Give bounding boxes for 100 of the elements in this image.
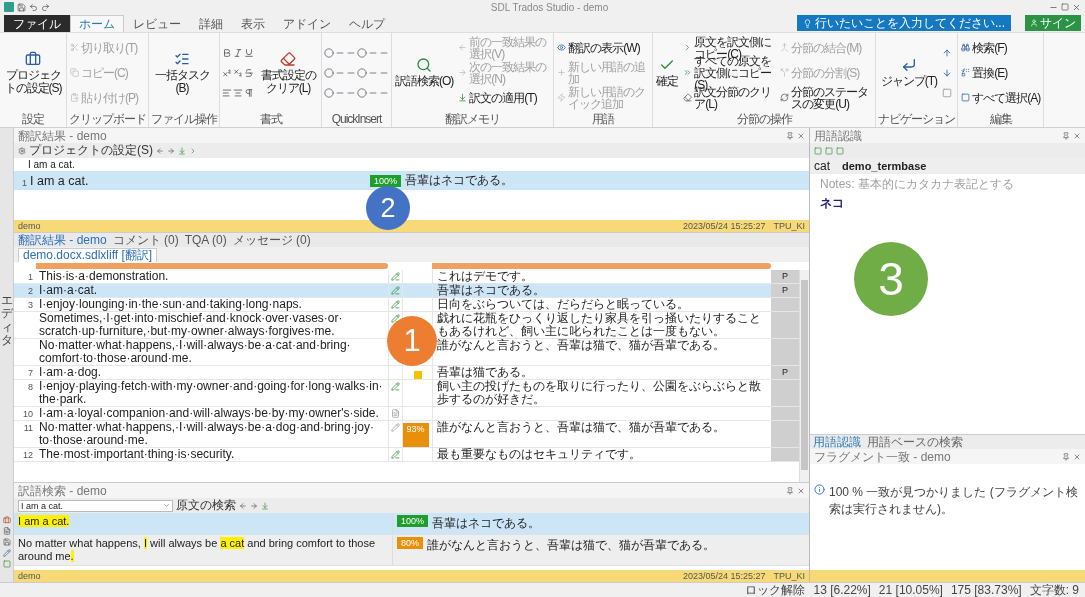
quick-insert-icon <box>324 87 334 98</box>
info-icon <box>814 484 825 495</box>
ribbon-button[interactable]: 分節のステータスの変更(U) <box>779 85 874 110</box>
app-logo-icon <box>4 2 14 12</box>
group-label: 書式 <box>258 112 283 127</box>
square-icon <box>836 146 844 155</box>
save-icon <box>2 538 11 546</box>
confirmed-icon <box>391 314 400 323</box>
status-item: 175 [83.73%] <box>950 583 1022 597</box>
strikethrough-icon <box>244 67 254 78</box>
panel-tab[interactable]: TQA (0) <box>184 233 227 247</box>
search-icon <box>416 57 433 73</box>
segment-row[interactable]: 7 I·am·a·dog. 吾輩は猫である。 P <box>14 366 799 380</box>
ribbon-button[interactable]: 訳文の適用(T) <box>457 91 552 104</box>
row-number: 10 <box>22 408 34 420</box>
status-item: ロック解除 <box>745 581 806 597</box>
match-badge: 100% <box>370 174 402 187</box>
jump-arrow-icon <box>900 57 917 73</box>
group-label: クリップボード <box>69 112 146 127</box>
ribbon-button[interactable]: 検索(F) <box>960 41 1042 54</box>
apply-icon <box>261 501 269 510</box>
panel-title: 訳語検索 - demo <box>18 483 108 498</box>
ribbon-button[interactable]: 一括タスク(B) <box>151 49 213 96</box>
source-text: I·am·a·cat. <box>38 284 99 297</box>
footer-user: TPU_KI <box>773 571 805 581</box>
status-item: 21 [10.05%] <box>878 583 943 597</box>
tell-me-field[interactable]: 行いたいことを入力してください... <box>797 15 1011 31</box>
close-icon <box>1073 452 1081 461</box>
ribbon-button[interactable]: 翻訳の表示(W) <box>556 41 651 54</box>
segment-row[interactable]: 12 The·most·important·thing·is·security. 最も重要なものはセキュリティです。 <box>14 448 799 462</box>
confirmed-icon <box>391 382 400 391</box>
info-message: 100 % 一致が見つかりました (フラグメント検索は実行されません)。 <box>829 484 1079 518</box>
sign-in-button[interactable]: サイン <box>1025 15 1081 31</box>
segment-row[interactable]: 10 I·am·a·loyal·companion·and·will·always·be·by·my·owner's·side. <box>14 407 799 421</box>
bold-icon <box>222 47 232 58</box>
ribbon-button[interactable]: 書式設定のクリア(L) <box>257 49 319 96</box>
menu-tab[interactable]: レビュー <box>124 15 190 32</box>
toolbar-button[interactable]: プロジェクトの設定(S) <box>29 142 153 159</box>
quick-insert-icon <box>324 47 334 58</box>
result-row[interactable]: I am a cat. 100% 吾輩はネコである。 <box>14 513 809 535</box>
binoculars-icon <box>961 43 971 52</box>
menu-tab[interactable]: 詳細 <box>190 15 232 32</box>
double-chevron-icon <box>683 68 693 77</box>
panel-tab[interactable]: メッセージ (0) <box>232 231 311 249</box>
briefcase-icon <box>25 50 41 67</box>
menu-tab[interactable]: ファイル <box>4 15 70 32</box>
row-number: 1 <box>21 178 28 190</box>
italic-icon <box>233 47 243 58</box>
ribbon-button[interactable]: 置換(E) <box>960 66 1042 79</box>
result-row[interactable]: 1 I am a cat. 100% 吾輩はネコである。 <box>14 171 809 190</box>
segment-row[interactable]: 8 I·enjoy·playing·fetch·with·my·owner·and·going·for·long·walks·in·the·park. 飼い主の投げたものを取りに行ったり、公園をぶらぶらと散歩するのが好きだ。 <box>14 380 799 407</box>
menu-tab[interactable]: アドイン <box>274 15 340 32</box>
subscript-icon <box>233 67 243 78</box>
panel-tab[interactable]: コメント (0) <box>112 231 179 249</box>
row-number: 1 <box>27 271 34 283</box>
target-text: 吾輩はネコである。 <box>405 172 514 189</box>
ribbon-button[interactable]: すべて選択(A) <box>960 91 1042 104</box>
panel-title: 用語認識 <box>814 128 863 143</box>
source-text: Sometimes,·I·get·into·mischief·and·knock·over·vases·or·scratch·up·furniture,·but·my·owner·always·forgives·me. <box>38 312 344 338</box>
segment-row[interactable]: 3 I·enjoy·lounging·in·the·sun·and·taking·long·naps. 日向をぶらついては、だらだらと眠っている。 <box>14 298 799 312</box>
arrow-down-icon <box>942 67 953 78</box>
pilcrow-icon <box>244 87 254 98</box>
search-field[interactable]: I am a cat. <box>18 499 173 512</box>
source-text: No·matter·what·happens,·I·will·always·be·a·dog·and·bring·joy·to·those·around·me. <box>38 421 375 447</box>
plus-icon <box>557 68 567 77</box>
toolbar-button[interactable]: 原文の検索 <box>176 497 236 514</box>
eye-icon <box>557 43 567 52</box>
square-icon <box>961 93 971 102</box>
row-number: 12 <box>22 449 34 461</box>
menu-tab[interactable]: ホーム <box>70 15 124 32</box>
row-number: 11 <box>22 422 34 435</box>
segment-row[interactable]: 2 I·am·a·cat. 吾輩はネコである。 P <box>14 284 799 298</box>
underline-icon <box>244 47 254 58</box>
footer-user: TPU_KI <box>773 221 805 231</box>
maximize-icon <box>1061 3 1069 11</box>
segment-row[interactable]: 11 No·matter·what·happens,·I·will·always·be·a·dog·and·bring·joy·to·those·around·me. 93% 誰がなんと言おうと、吾輩は猫で、猫が吾輩である。 <box>14 421 799 448</box>
window-title: SDL Trados Studio - demo <box>489 1 610 13</box>
group-label: 分節の操作 <box>735 112 794 127</box>
ribbon-button[interactable]: 訳語検索(O) <box>394 56 455 89</box>
footer-date: 2023/05/24 15:25:27 <box>682 221 766 231</box>
menu-tab[interactable]: ヘルプ <box>340 15 394 32</box>
ribbon-button[interactable]: ジャンプ(T) <box>878 56 940 89</box>
document-tab[interactable]: demo.docx.sdlxliff [翻訳] <box>18 248 158 262</box>
square-icon <box>942 87 953 98</box>
panel-tab[interactable]: 用語認識 <box>813 433 861 451</box>
row-number: 7 <box>27 367 34 379</box>
confirmed-icon <box>391 286 400 295</box>
user-icon <box>1030 19 1038 27</box>
panel-tab[interactable]: 用語ベースの検索 <box>867 433 963 451</box>
segment-row[interactable]: 1 This·is·a·demonstration. これはデモです。 P <box>14 270 799 284</box>
flag-label: P <box>782 367 788 377</box>
source-text: I·am·a·dog. <box>38 366 103 379</box>
row-number: 2 <box>27 285 34 297</box>
quick-insert-icon <box>357 87 367 98</box>
ribbon-button[interactable]: プロジェクトの設定(S) <box>2 49 64 96</box>
panel-tab[interactable]: 翻訳結果 - demo <box>18 231 107 249</box>
ribbon-button[interactable]: 確定 <box>655 56 680 89</box>
menu-tab[interactable]: 表示 <box>232 15 274 32</box>
pin-icon <box>1062 131 1070 140</box>
refresh-icon <box>780 93 790 102</box>
